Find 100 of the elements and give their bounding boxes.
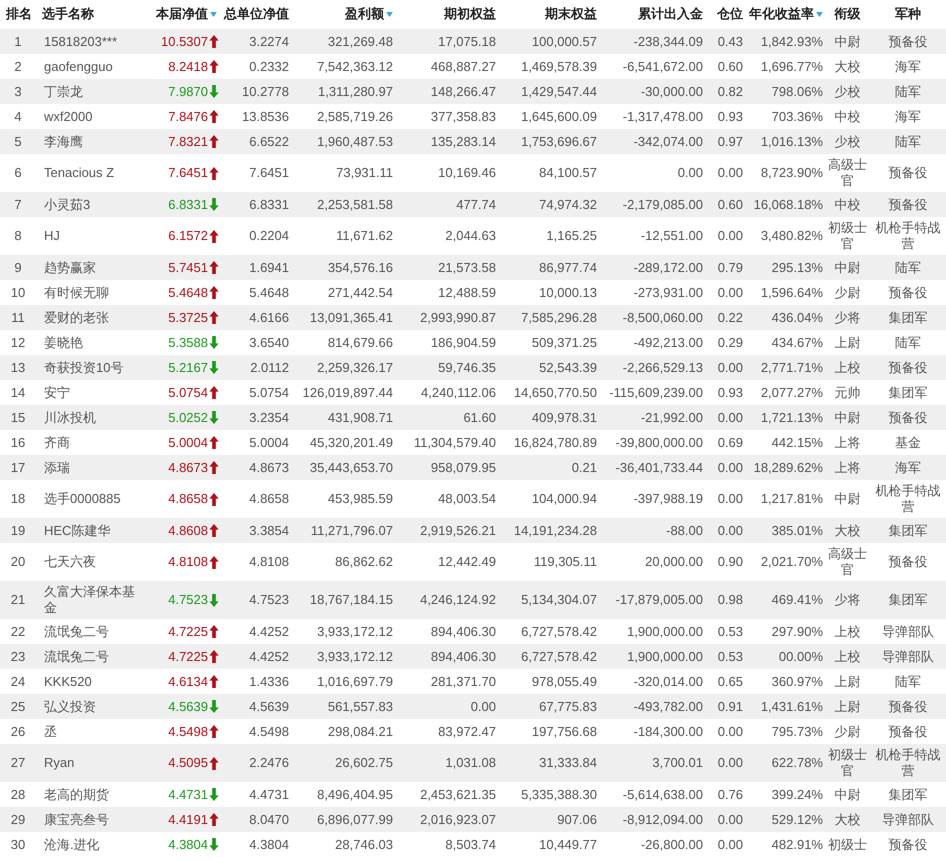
player-name-cell: 选手0000885	[44, 491, 121, 506]
table-cell: 814,679.66	[328, 334, 393, 350]
rank-cell: 12	[10, 334, 26, 350]
up-arrow-icon	[209, 524, 219, 537]
branch-cell: 陆军	[895, 134, 921, 148]
column-header[interactable]: 排名	[6, 5, 32, 23]
player-name-cell: 小灵茹3	[44, 196, 90, 212]
column-header[interactable]: 选手名称	[42, 5, 94, 23]
sort-caret-icon[interactable]	[816, 12, 823, 16]
table-cell: 3.6540	[249, 334, 289, 350]
branch-cell: 海军	[895, 460, 921, 474]
table-cell: 3,700.01	[652, 755, 703, 770]
player-name-cell: 添瑞	[44, 460, 70, 474]
table-cell: 4.8658	[249, 491, 289, 506]
column-header[interactable]: 军种	[895, 5, 921, 23]
table-cell: 0.00	[718, 724, 743, 738]
table-cell: 4.8108	[249, 554, 289, 569]
column-header[interactable]: 本届净值	[156, 5, 217, 23]
down-arrow-icon	[209, 85, 219, 98]
table-cell: 0.00	[718, 812, 743, 826]
table-cell: 1,016.13%	[760, 134, 823, 148]
rank-title-cell: 中尉	[834, 786, 860, 802]
table-cell: 119,305.11	[534, 554, 597, 569]
branch-cell: 预备役	[888, 554, 928, 569]
rank-title-cell: 中尉	[834, 34, 860, 48]
column-header[interactable]: 仓位	[717, 5, 743, 23]
net-value-cell: 4.7225	[168, 624, 208, 640]
net-value-cell: 6.1572	[168, 228, 208, 244]
table-cell: 0.00	[470, 698, 496, 714]
net-value-cell: 4.5498	[168, 724, 208, 740]
table-cell: 104,000.94	[532, 491, 597, 506]
player-name-cell: HEC陈建华	[44, 522, 110, 538]
player-name-cell: 安宁	[44, 384, 70, 400]
table-cell: 6.6522	[249, 134, 289, 148]
table-cell: -320,014.00	[634, 674, 703, 688]
table-cell: -2,266,529.13	[622, 360, 703, 374]
table-cell: 4.5498	[249, 724, 289, 738]
branch-cell: 基金	[895, 434, 921, 450]
branch-cell: 预备役	[888, 360, 928, 374]
table-cell: 0.53	[718, 624, 743, 638]
rank-title-cell: 中尉	[834, 260, 860, 274]
table-cell: 0.97	[718, 134, 743, 148]
table-cell: 10,449.77	[539, 836, 597, 852]
table-cell: 3,480.82%	[760, 228, 823, 243]
net-value-cell: 7.9870	[168, 84, 208, 100]
table-cell: 3.3854	[249, 522, 289, 538]
rank-title-cell: 中尉	[834, 410, 860, 424]
down-arrow-icon	[209, 594, 219, 606]
rank-cell: 23	[10, 648, 26, 664]
branch-cell: 预备役	[888, 836, 928, 852]
net-value-cell: 4.3804	[168, 836, 208, 852]
player-name-cell: 趋势赢家	[44, 260, 96, 274]
rank-title-cell: 少将	[834, 592, 860, 607]
column-header[interactable]: 年化收益率	[749, 5, 823, 23]
table-cell: 0.79	[718, 260, 743, 274]
table-cell: 3.2274	[249, 34, 289, 48]
table-cell: 14,191,234.28	[514, 522, 597, 538]
column-header[interactable]: 衔级	[834, 5, 860, 23]
table-cell: 0.00	[718, 491, 743, 506]
table-cell: 622.78%	[772, 755, 823, 770]
table-cell: 442.15%	[772, 434, 823, 450]
table-cell: 6,896,077.99	[317, 812, 393, 826]
branch-cell: 预备役	[888, 196, 928, 212]
column-header[interactable]: 期末权益	[545, 5, 597, 23]
net-value-cell: 5.0754	[168, 384, 208, 400]
sort-caret-icon[interactable]	[386, 12, 393, 16]
branch-cell: 陆军	[895, 334, 921, 350]
branch-cell: 陆军	[895, 84, 921, 98]
rank-title-cell: 少校	[834, 84, 860, 98]
table-cell: 61.60	[463, 410, 496, 424]
table-cell: 3.2354	[249, 410, 289, 424]
player-name-cell: 爱财的老张	[44, 310, 109, 324]
table-cell: 1.4336	[249, 674, 289, 688]
net-value-cell: 5.3588	[168, 334, 208, 350]
table-cell: 11,271,796.07	[310, 522, 393, 538]
branch-cell: 导弹部队	[882, 648, 934, 664]
table-cell: 10,169.46	[438, 165, 496, 180]
column-header[interactable]: 盈利额	[345, 5, 393, 23]
column-header[interactable]: 期初权益	[444, 5, 496, 23]
branch-cell: 机枪手特战营	[876, 747, 940, 778]
up-arrow-icon	[209, 386, 219, 399]
table-cell: -493,782.00	[634, 698, 703, 714]
rank-cell: 2	[14, 58, 22, 74]
table-cell: 18,767,184.15	[310, 592, 393, 607]
table-cell: -21,992.00	[640, 410, 703, 424]
rank-title-cell: 少将	[834, 310, 860, 324]
net-value-cell: 7.8476	[168, 108, 208, 124]
player-name-cell: HJ	[44, 228, 60, 243]
up-arrow-icon	[209, 725, 219, 738]
branch-cell: 机枪手特战营	[876, 220, 940, 251]
sort-caret-icon[interactable]	[210, 12, 217, 16]
column-header[interactable]: 总单位净值	[224, 5, 289, 23]
table-cell: 148,266.47	[430, 84, 496, 98]
table-cell: 7,585,296.28	[521, 310, 597, 324]
up-arrow-icon	[209, 461, 219, 474]
rank-cell: 8	[14, 228, 22, 243]
up-arrow-icon	[209, 166, 219, 180]
column-header[interactable]: 累计出入金	[638, 5, 703, 23]
table-cell: 409,978.31	[532, 410, 597, 424]
branch-cell: 陆军	[895, 260, 921, 274]
